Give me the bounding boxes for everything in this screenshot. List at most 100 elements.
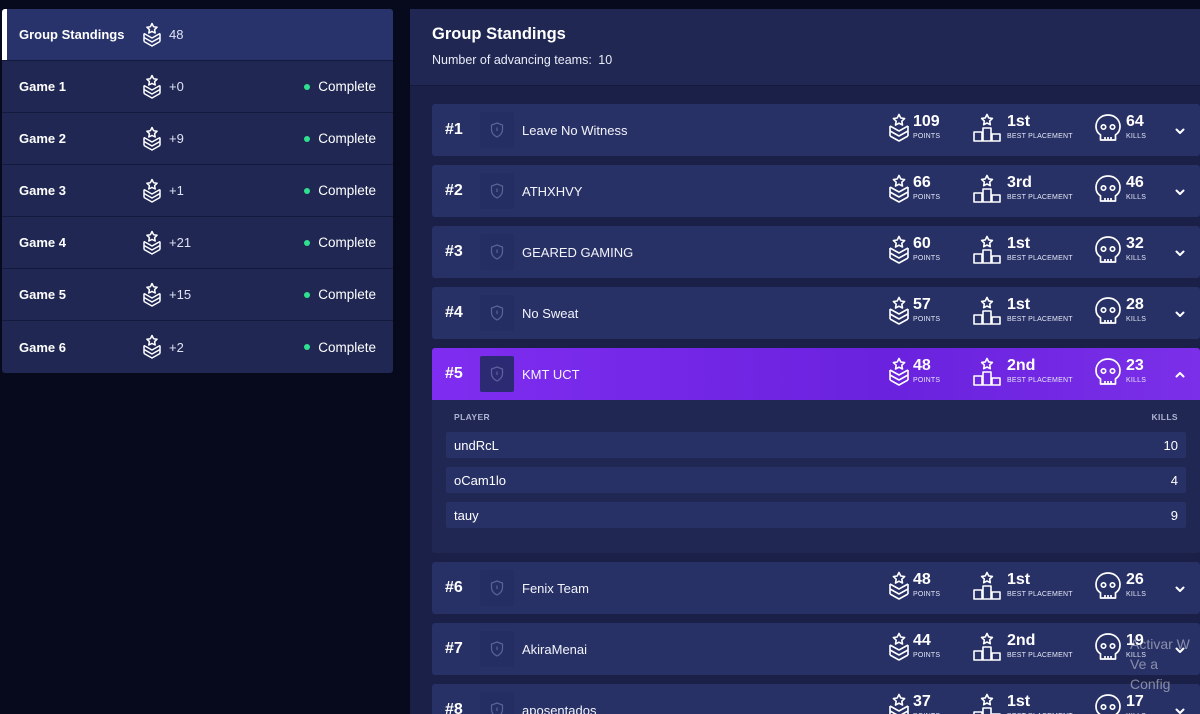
kills-caption: KILLS [1126, 591, 1147, 598]
sidebar-item-game[interactable]: Game 3 +1 Complete [2, 165, 393, 217]
team-name: KMT UCT [522, 367, 580, 382]
team-kills-stat: 26 KILLS [1094, 571, 1146, 601]
chevron-down-icon[interactable] [1174, 582, 1186, 594]
status-badge: Complete [304, 131, 376, 146]
sidebar-item-points: +0 [169, 79, 184, 94]
team-best-placement-value: 3rd [1007, 174, 1032, 191]
team-points-stat: 66 POINTS [888, 174, 940, 206]
team-player-breakdown: PLAYER KILLS undRcL 10 oCam1lo 4 tauy 9 [432, 400, 1200, 553]
sidebar-item-points: +1 [169, 183, 184, 198]
sidebar-item-points: +2 [169, 339, 184, 355]
team-kills-stat: 64 KILLS [1094, 113, 1146, 143]
team-rank: #7 [445, 640, 463, 657]
team-points-stat: 60 POINTS [888, 235, 940, 267]
rank-chevron-star-icon [888, 113, 910, 145]
sidebar-item-label: Group Standings [19, 27, 125, 42]
team-name: aposentados [522, 703, 597, 714]
team-kills-stat: 32 KILLS [1094, 235, 1146, 265]
skull-icon [1094, 693, 1122, 714]
player-row: undRcL 10 [446, 432, 1186, 458]
skull-icon [1094, 235, 1122, 265]
rank-chevron-star-icon [141, 334, 163, 360]
best-placement-caption: BEST PLACEMENT [1007, 194, 1073, 201]
chevron-down-icon[interactable] [1174, 246, 1186, 258]
player-name: tauy [454, 507, 479, 523]
skull-icon [1094, 174, 1122, 204]
team-row[interactable]: #6 Fenix Team 48 POINTS 1st BEST PLACEMENT 26 K… [432, 562, 1200, 614]
team-points-value: 66 [913, 174, 931, 191]
chevron-down-icon[interactable] [1174, 124, 1186, 136]
best-placement-caption: BEST PLACEMENT [1007, 316, 1073, 323]
standings-header: Group Standings Number of advancing team… [410, 9, 1200, 86]
podium-star-icon [972, 296, 1002, 326]
kills-caption: KILLS [1126, 316, 1147, 323]
chevron-down-icon[interactable] [1174, 185, 1186, 197]
watermark-line-2: Ve a Config [1130, 656, 1171, 692]
shield-placeholder-icon [490, 641, 504, 657]
team-logo [480, 692, 514, 714]
status-dot-icon [304, 291, 311, 298]
team-rank: #8 [445, 701, 463, 714]
team-name: ATHXHVY [522, 184, 583, 199]
team-row[interactable]: #1 Leave No Witness 109 POINTS 1st BEST PLACE… [432, 104, 1200, 156]
points-caption: POINTS [913, 316, 941, 323]
points-caption: POINTS [913, 133, 941, 140]
status-label: Complete [318, 131, 376, 146]
shield-placeholder-icon [490, 244, 504, 260]
player-kills: 4 [1170, 472, 1178, 488]
kills-column-header: KILLS [1151, 412, 1178, 422]
team-list: #1 Leave No Witness 109 POINTS 1st BEST PLACE… [432, 104, 1200, 714]
team-row[interactable]: #3 GEARED GAMING 60 POINTS 1st BEST PLACEMENT… [432, 226, 1200, 278]
rank-chevron-star-icon [888, 357, 910, 389]
team-row[interactable]: #7 AkiraMenai 44 POINTS 2nd BEST PLACEMENT 19 K… [432, 623, 1200, 675]
team-rank: #4 [445, 304, 463, 321]
team-kills-stat: 46 KILLS [1094, 174, 1146, 204]
sidebar-item-game[interactable]: Game 6 +2 Complete [2, 321, 393, 373]
chevron-down-icon[interactable] [1174, 704, 1186, 714]
team-row[interactable]: #2 ATHXHVY 66 POINTS 3rd BEST PLACEMENT 46 KILL… [432, 165, 1200, 217]
team-row[interactable]: #8 aposentados 37POINTS 1stBEST PLACEMENT 17… [432, 684, 1200, 714]
team-kills-value: 46 [1126, 174, 1144, 191]
team-points-stat: 37POINTS [888, 693, 940, 714]
team-rank: #1 [445, 121, 463, 138]
team-kills-value: 32 [1126, 235, 1144, 252]
sidebar-item-game[interactable]: Game 1 +0 Complete [2, 61, 393, 113]
kills-caption: KILLS [1126, 377, 1147, 384]
points-caption: POINTS [913, 377, 941, 384]
team-kills-stat: 28 KILLS [1094, 296, 1146, 326]
status-label: Complete [318, 79, 376, 94]
sidebar-item-group-standings[interactable]: Group Standings 48 [2, 9, 393, 61]
team-kills-stat: 23 KILLS [1094, 357, 1146, 387]
team-best-placement-stat: 2nd BEST PLACEMENT [972, 632, 1073, 662]
shield-placeholder-icon [490, 305, 504, 321]
standings-panel: Group Standings Number of advancing team… [410, 9, 1200, 714]
team-best-placement-value: 1st [1007, 693, 1031, 710]
team-best-placement-stat: 1stBEST PLACEMENT [972, 235, 1073, 265]
team-points-value: 109 [913, 113, 940, 130]
points-caption: POINTS [913, 194, 941, 201]
team-best-placement-stat: 1stBEST PLACEMENT [972, 693, 1073, 714]
status-dot-icon [304, 135, 311, 142]
sidebar-item-game[interactable]: Game 4 +21 Complete [2, 217, 393, 269]
sidebar-item-points: +21 [169, 235, 192, 250]
status-badge: Complete [304, 287, 376, 302]
chevron-down-icon[interactable] [1174, 307, 1186, 319]
activation-watermark: Activar W Ve a Config [1130, 634, 1200, 694]
team-name: Fenix Team [522, 581, 589, 596]
team-points-stat: 57 POINTS [888, 296, 940, 328]
sidebar-item-game[interactable]: Game 2 +9 Complete [2, 113, 393, 165]
team-logo [480, 173, 514, 209]
team-points-value: 48 [913, 357, 931, 374]
podium-star-icon [972, 235, 1002, 265]
best-placement-caption: BEST PLACEMENT [1007, 133, 1073, 140]
skull-icon [1094, 571, 1122, 601]
team-points-stat: 48 POINTS [888, 357, 940, 389]
team-row[interactable]: #4 No Sweat 57 POINTS 1st BEST PLACEMENT 28 KIL… [432, 287, 1200, 339]
team-row[interactable]: #5 KMT UCT 48 POINTS 2nd BEST PLACEMENT 23 KILL… [432, 348, 1200, 400]
team-points-value: 37 [913, 693, 931, 710]
sidebar-item-points: +15 [169, 287, 192, 302]
sidebar-item-game[interactable]: Game 5 +15 Complete [2, 269, 393, 321]
sidebar-item-label: Game 3 [19, 183, 66, 198]
shield-placeholder-icon [490, 702, 504, 714]
chevron-up-icon[interactable] [1174, 368, 1186, 380]
